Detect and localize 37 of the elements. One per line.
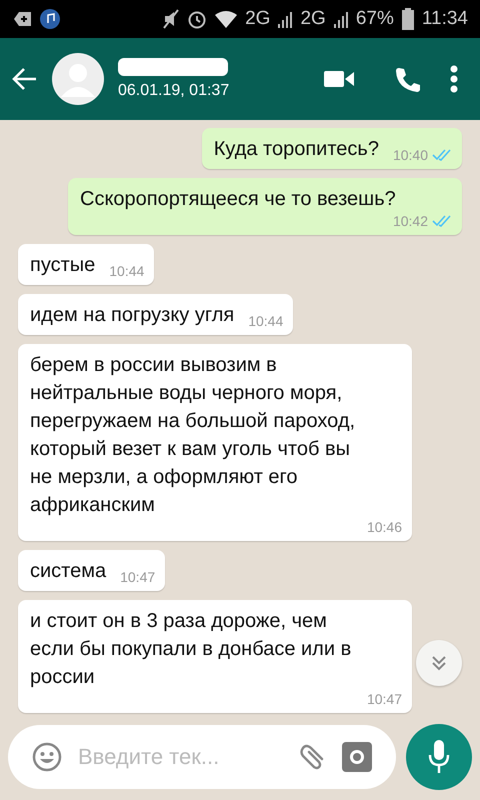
message-text: Куда торопитесь? bbox=[214, 137, 379, 162]
message-text: идем на погрузку угля bbox=[30, 303, 234, 328]
phone-icon[interactable] bbox=[394, 66, 420, 92]
message-time: 10:47 bbox=[120, 569, 156, 585]
network-label: 2G bbox=[300, 8, 326, 30]
network-label: 2G bbox=[245, 8, 270, 30]
avatar[interactable] bbox=[52, 53, 104, 105]
mute-icon bbox=[163, 9, 180, 29]
message-time: 10:44 bbox=[109, 263, 144, 279]
notification-icon bbox=[14, 11, 32, 27]
signal-icon bbox=[334, 10, 348, 28]
battery-percent: 67% bbox=[356, 8, 394, 30]
video-call-icon[interactable] bbox=[324, 69, 354, 89]
message-time: 10:46 bbox=[366, 519, 402, 535]
alarm-icon bbox=[187, 9, 208, 29]
emoji-icon[interactable] bbox=[32, 742, 62, 772]
battery-icon bbox=[402, 8, 414, 30]
microphone-icon bbox=[428, 740, 450, 774]
message-text: Сскоропортящееся че то везешь? bbox=[80, 187, 396, 212]
camera-icon[interactable] bbox=[342, 742, 372, 772]
clock: 11:34 bbox=[422, 8, 468, 30]
message-text: берем в россии вывозим в нейтральные воды черного моря, перегружаем на большой пароход, который везет к вам уголь чтоб вы не мерзли, а оформляют его африканским bbox=[30, 353, 356, 518]
message-time: 10:44 bbox=[248, 313, 284, 329]
message-text: и стоит он в 3 раза дороже, чем если бы покупали в донбасе или в россии bbox=[30, 609, 352, 690]
signal-icon bbox=[278, 10, 292, 28]
music-icon bbox=[40, 9, 60, 29]
wifi-icon bbox=[215, 10, 238, 28]
message-time: 10:42 bbox=[392, 213, 428, 229]
message-time: 10:40 bbox=[392, 147, 428, 163]
last-seen: 06.01.19, 01:37 bbox=[118, 82, 230, 100]
more-options-icon[interactable] bbox=[450, 65, 458, 93]
back-arrow-icon[interactable] bbox=[12, 67, 38, 91]
scroll-down-button[interactable] bbox=[416, 640, 462, 686]
message-time: 10:47 bbox=[366, 691, 402, 707]
message-input[interactable]: Введите тек... bbox=[76, 743, 284, 771]
message-text: система bbox=[30, 559, 106, 584]
message-text: пустые bbox=[30, 253, 96, 278]
